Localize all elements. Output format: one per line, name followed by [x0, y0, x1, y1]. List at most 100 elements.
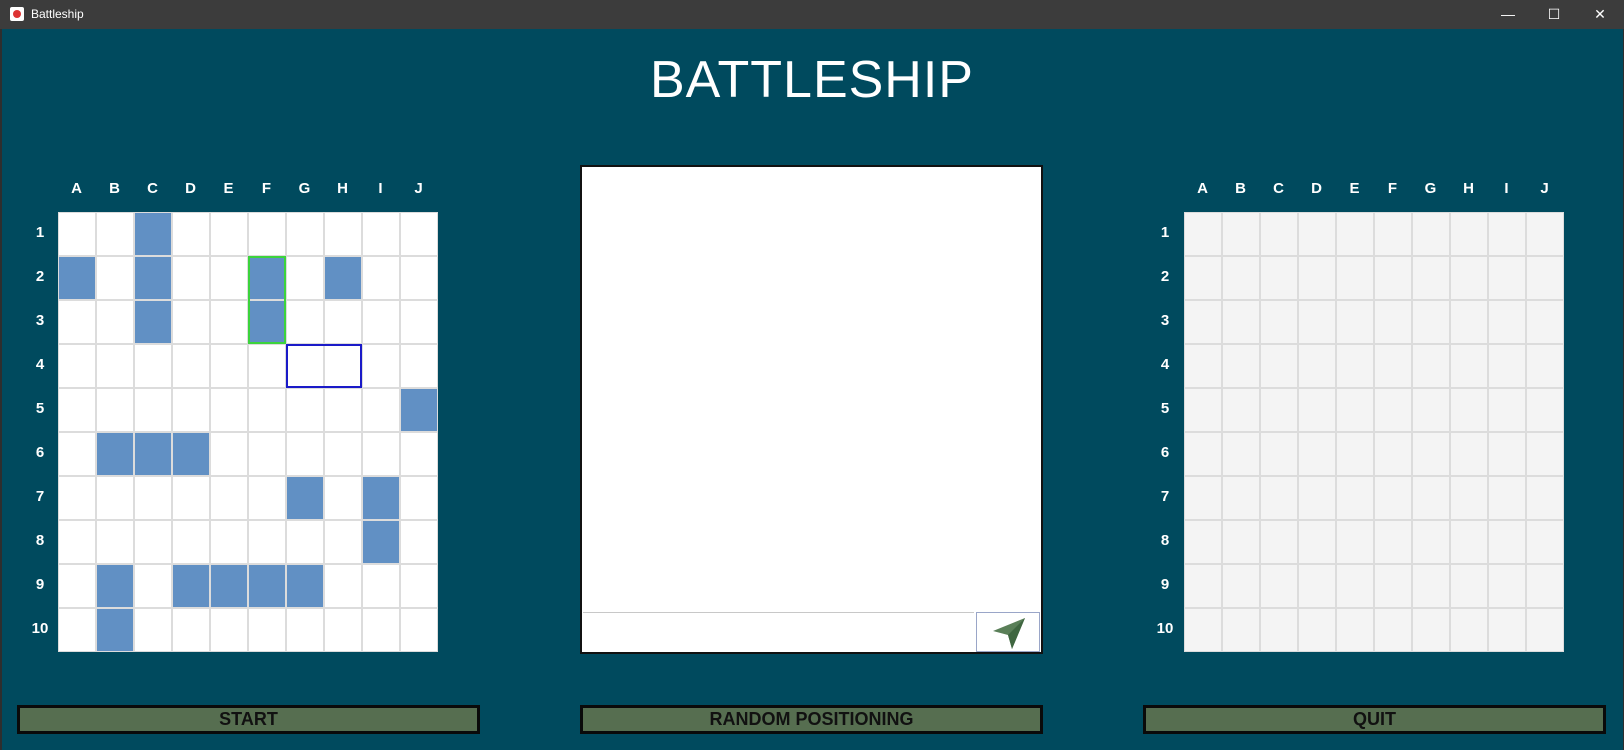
enemy-board-cell[interactable]: [1374, 212, 1412, 256]
enemy-board-cell[interactable]: [1412, 256, 1450, 300]
player-board-cell[interactable]: [362, 608, 400, 652]
start-button[interactable]: START: [17, 705, 480, 734]
player-board-cell[interactable]: [324, 476, 362, 520]
enemy-board-cell[interactable]: [1184, 564, 1222, 608]
player-board-cell[interactable]: [400, 432, 438, 476]
enemy-board-cell[interactable]: [1298, 212, 1336, 256]
player-board-cell[interactable]: [58, 432, 96, 476]
player-ship-cell[interactable]: [134, 212, 172, 256]
enemy-board-cell[interactable]: [1488, 300, 1526, 344]
enemy-board-cell[interactable]: [1374, 432, 1412, 476]
enemy-board-cell[interactable]: [1374, 476, 1412, 520]
player-board-cell[interactable]: [96, 212, 134, 256]
player-board-cell[interactable]: [58, 212, 96, 256]
enemy-board-cell[interactable]: [1526, 476, 1564, 520]
enemy-board-cell[interactable]: [1336, 608, 1374, 652]
player-board-cell[interactable]: [210, 300, 248, 344]
enemy-board-cell[interactable]: [1412, 608, 1450, 652]
player-ship-cell[interactable]: [400, 388, 438, 432]
player-board-cell[interactable]: [248, 344, 286, 388]
enemy-board-cell[interactable]: [1222, 344, 1260, 388]
player-ship-cell[interactable]: [96, 432, 134, 476]
player-board-cell[interactable]: [324, 564, 362, 608]
player-board-cell[interactable]: [286, 212, 324, 256]
enemy-board-cell[interactable]: [1374, 608, 1412, 652]
enemy-board-cell[interactable]: [1450, 300, 1488, 344]
player-ship-cell[interactable]: [134, 256, 172, 300]
enemy-board-cell[interactable]: [1260, 564, 1298, 608]
player-board-cell[interactable]: [286, 432, 324, 476]
enemy-board-cell[interactable]: [1374, 344, 1412, 388]
enemy-board-cell[interactable]: [1450, 388, 1488, 432]
player-board-cell[interactable]: [210, 212, 248, 256]
player-board-cell[interactable]: [324, 388, 362, 432]
player-board-cell[interactable]: [400, 300, 438, 344]
enemy-board-cell[interactable]: [1184, 212, 1222, 256]
enemy-board-cell[interactable]: [1184, 476, 1222, 520]
enemy-board-cell[interactable]: [1412, 520, 1450, 564]
player-board-cell[interactable]: [134, 476, 172, 520]
enemy-board-cell[interactable]: [1374, 388, 1412, 432]
player-board-cell[interactable]: [210, 432, 248, 476]
enemy-board-cell[interactable]: [1184, 256, 1222, 300]
player-ship-cell[interactable]: [362, 476, 400, 520]
enemy-board-cell[interactable]: [1412, 212, 1450, 256]
enemy-board-cell[interactable]: [1222, 300, 1260, 344]
player-board-cell[interactable]: [400, 520, 438, 564]
enemy-board-cell[interactable]: [1488, 256, 1526, 300]
enemy-board-cell[interactable]: [1260, 520, 1298, 564]
player-board-cell[interactable]: [400, 608, 438, 652]
enemy-board-cell[interactable]: [1298, 256, 1336, 300]
enemy-board-cell[interactable]: [1336, 300, 1374, 344]
player-board-cell[interactable]: [400, 564, 438, 608]
enemy-board-cell[interactable]: [1298, 564, 1336, 608]
player-board-cell[interactable]: [400, 344, 438, 388]
enemy-board-cell[interactable]: [1488, 388, 1526, 432]
enemy-board-cell[interactable]: [1412, 564, 1450, 608]
player-board-cell[interactable]: [58, 564, 96, 608]
enemy-board-cell[interactable]: [1450, 256, 1488, 300]
player-ship-cell[interactable]: [248, 300, 286, 344]
enemy-board-cell[interactable]: [1184, 520, 1222, 564]
player-ship-cell[interactable]: [134, 300, 172, 344]
enemy-board-cell[interactable]: [1298, 300, 1336, 344]
close-button[interactable]: ✕: [1577, 0, 1623, 29]
player-board-cell[interactable]: [134, 564, 172, 608]
enemy-board-cell[interactable]: [1298, 476, 1336, 520]
player-board-cell[interactable]: [248, 476, 286, 520]
enemy-board-cell[interactable]: [1336, 520, 1374, 564]
player-ship-cell[interactable]: [172, 432, 210, 476]
player-ship-cell[interactable]: [248, 256, 286, 300]
enemy-board-cell[interactable]: [1412, 344, 1450, 388]
enemy-board-cell[interactable]: [1222, 608, 1260, 652]
player-board-cell[interactable]: [96, 344, 134, 388]
enemy-board-cell[interactable]: [1374, 256, 1412, 300]
enemy-board-cell[interactable]: [1450, 212, 1488, 256]
player-ship-cell[interactable]: [210, 564, 248, 608]
player-ship-cell[interactable]: [362, 520, 400, 564]
enemy-board-cell[interactable]: [1488, 432, 1526, 476]
enemy-board-cell[interactable]: [1298, 388, 1336, 432]
player-board-cell[interactable]: [362, 388, 400, 432]
send-button[interactable]: [976, 612, 1040, 652]
enemy-board-cell[interactable]: [1222, 256, 1260, 300]
player-board-cell[interactable]: [210, 344, 248, 388]
player-ship-cell[interactable]: [324, 256, 362, 300]
player-board-cell[interactable]: [362, 564, 400, 608]
enemy-board-cell[interactable]: [1260, 256, 1298, 300]
player-board-cell[interactable]: [172, 256, 210, 300]
enemy-board-cell[interactable]: [1260, 432, 1298, 476]
enemy-board-cell[interactable]: [1222, 388, 1260, 432]
player-board-cell[interactable]: [400, 476, 438, 520]
player-board-cell[interactable]: [134, 520, 172, 564]
enemy-board-cell[interactable]: [1336, 432, 1374, 476]
enemy-board-cell[interactable]: [1450, 476, 1488, 520]
player-board-cell[interactable]: [362, 212, 400, 256]
player-board-cell[interactable]: [324, 608, 362, 652]
enemy-board-cell[interactable]: [1412, 432, 1450, 476]
enemy-board-cell[interactable]: [1526, 212, 1564, 256]
player-board-cell[interactable]: [96, 388, 134, 432]
player-board-cell[interactable]: [96, 476, 134, 520]
player-board-cell[interactable]: [248, 432, 286, 476]
player-board-cell[interactable]: [210, 256, 248, 300]
